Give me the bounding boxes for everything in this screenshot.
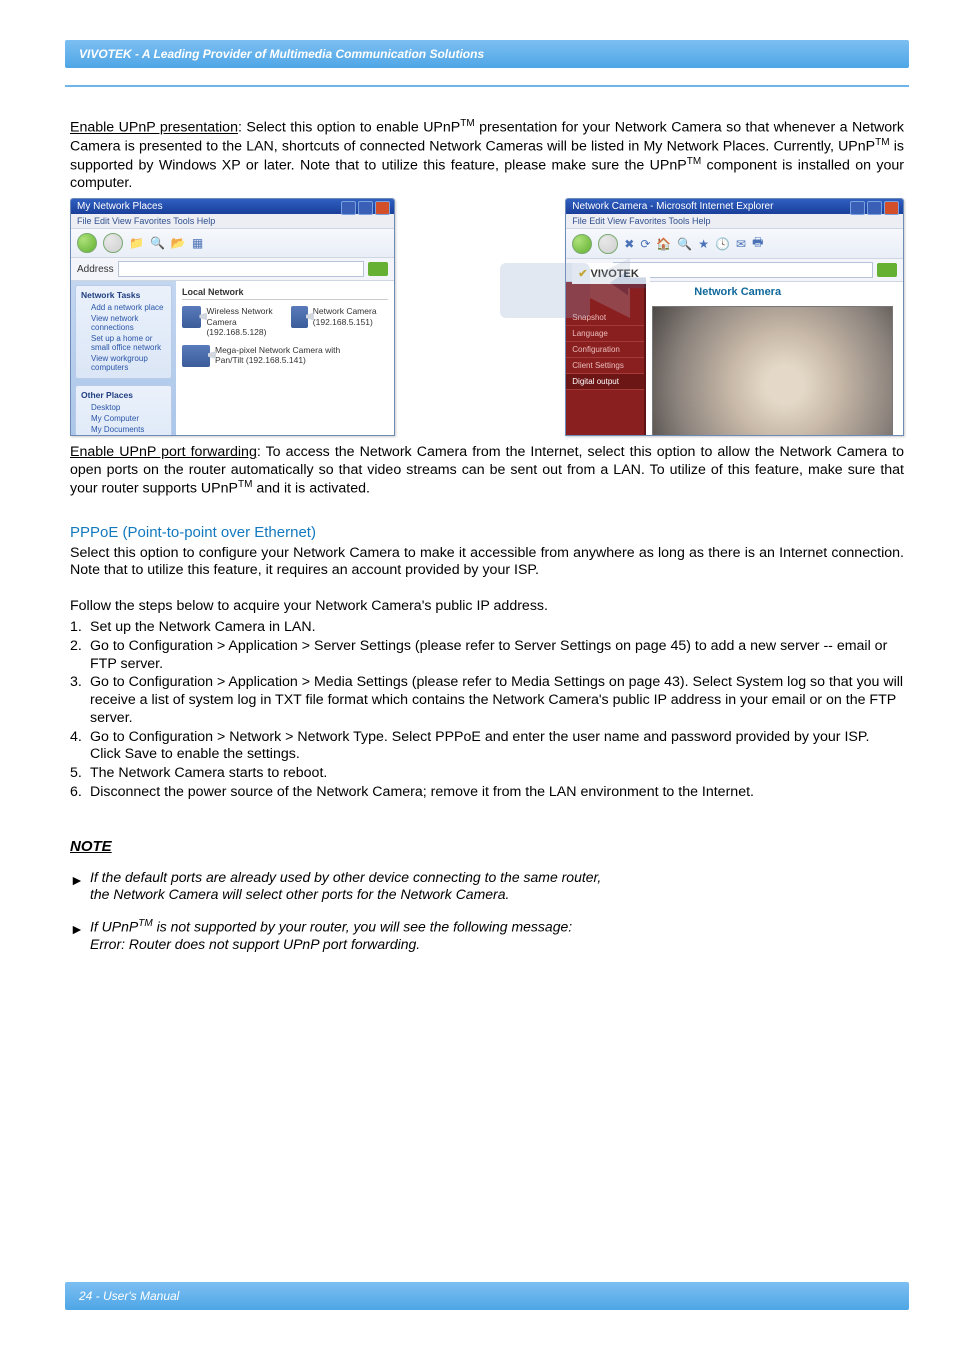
- task-icon: [81, 334, 88, 341]
- minimize-button[interactable]: [850, 201, 865, 215]
- place-link[interactable]: My Documents: [91, 425, 166, 434]
- panel-title: Other Places: [81, 390, 166, 400]
- mail-icon[interactable]: ✉: [736, 237, 746, 251]
- screenshot-row: My Network Places File Edit View Favorit…: [70, 198, 904, 436]
- maximize-button[interactable]: [358, 201, 373, 215]
- footer-bar: 24 - User's Manual: [65, 1282, 909, 1310]
- window-buttons: [850, 201, 899, 215]
- sidebar-item[interactable]: Client Settings: [566, 358, 644, 374]
- search-icon[interactable]: 🔍: [150, 236, 165, 250]
- lead-upnp-presentation: Enable UPnP presentation: [70, 120, 238, 136]
- print-icon[interactable]: 🖶: [752, 233, 763, 254]
- toolbar: 📁 🔍 📂 ▦: [71, 229, 394, 258]
- video-frame: [653, 307, 892, 436]
- header-rule: [65, 85, 909, 87]
- camera-icon: [182, 345, 210, 367]
- para-upnp-presentation: Enable UPnP presentation: Select this op…: [70, 118, 904, 192]
- menu-bar[interactable]: File Edit View Favorites Tools Help: [71, 214, 394, 229]
- task-link[interactable]: Add a network place: [91, 303, 166, 312]
- step-item: 1.Set up the Network Camera in LAN.: [70, 619, 904, 637]
- address-label: Address: [77, 264, 114, 275]
- go-button[interactable]: [368, 262, 388, 276]
- content: Enable UPnP presentation: Select this op…: [70, 118, 904, 967]
- camera-row: Mega-pixel Network Camera withPan/Tilt (…: [182, 345, 388, 367]
- task-link[interactable]: View network connections: [91, 314, 166, 332]
- minimize-button[interactable]: [341, 201, 356, 215]
- sidebar-item[interactable]: Digital output: [566, 374, 644, 390]
- sidebar-item[interactable]: Configuration: [566, 342, 644, 358]
- main-area: Network Camera: [646, 282, 903, 436]
- camera-icon: [291, 306, 308, 328]
- history-icon[interactable]: 🕓: [715, 237, 730, 251]
- step-item: 4.Go to Configuration > Network > Networ…: [70, 729, 904, 765]
- search-icon[interactable]: 🔍: [677, 237, 692, 251]
- footer-text: 24 - User's Manual: [79, 1289, 179, 1303]
- task-icon: [81, 314, 88, 321]
- page-title: Network Camera: [694, 286, 781, 298]
- panel-network-tasks: Network Tasks Add a network place View n…: [75, 285, 172, 379]
- address-bar: Address: [71, 258, 394, 281]
- views-icon[interactable]: ▦: [192, 236, 203, 250]
- panel-other-places: Other Places Desktop My Computer My Docu…: [75, 385, 172, 436]
- maximize-button[interactable]: [867, 201, 882, 215]
- para-upnp-port-forwarding: Enable UPnP port forwarding: To access t…: [70, 444, 904, 498]
- camera-item[interactable]: Mega-pixel Network Camera withPan/Tilt (…: [182, 345, 340, 367]
- folders-icon[interactable]: 📂: [171, 236, 186, 250]
- titlebar[interactable]: My Network Places: [71, 199, 394, 214]
- para-follow-steps: Follow the steps below to acquire your N…: [70, 598, 904, 615]
- window-title: My Network Places: [77, 201, 163, 212]
- back-icon[interactable]: [77, 233, 97, 253]
- camera-label: Wireless Network Camera(192.168.5.128): [206, 306, 275, 337]
- heading-note: NOTE: [70, 838, 904, 855]
- page: VIVOTEK - A Leading Provider of Multimed…: [0, 0, 954, 1350]
- window-my-network-places: My Network Places File Edit View Favorit…: [70, 198, 395, 436]
- forward-icon[interactable]: [103, 233, 123, 253]
- panel-title: Network Tasks: [81, 290, 166, 300]
- para-pppoe: Select this option to configure your Net…: [70, 545, 904, 580]
- camera-item[interactable]: Network Camera (192.168.5.151): [291, 306, 388, 337]
- step-item: 3.Go to Configuration > Application > Me…: [70, 674, 904, 727]
- window-body: Network Tasks Add a network place View n…: [71, 281, 394, 436]
- camera-label: Network Camera (192.168.5.151): [313, 306, 388, 337]
- ordered-steps: 1.Set up the Network Camera in LAN. 2.Go…: [70, 619, 904, 802]
- sidebar: Network Tasks Add a network place View n…: [71, 281, 176, 436]
- step-item: 6.Disconnect the power source of the Net…: [70, 784, 904, 802]
- close-button[interactable]: [884, 201, 899, 215]
- window-buttons: [341, 201, 390, 215]
- favorites-icon[interactable]: ★: [698, 237, 709, 251]
- task-icon: [81, 354, 88, 361]
- step-item: 5.The Network Camera starts to reboot.: [70, 765, 904, 783]
- lead-upnp-port-forwarding: Enable UPnP port forwarding: [70, 444, 257, 460]
- arrow-icon: ►: [70, 872, 84, 890]
- go-button[interactable]: [877, 263, 897, 277]
- main-area: Local Network Wireless Network Camera(19…: [176, 281, 394, 436]
- video-viewer[interactable]: [652, 306, 893, 436]
- titlebar[interactable]: Network Camera - Microsoft Internet Expl…: [566, 199, 903, 214]
- up-icon[interactable]: 📁: [129, 236, 144, 250]
- camera-item[interactable]: Wireless Network Camera(192.168.5.128): [182, 306, 275, 337]
- task-icon: [81, 303, 88, 310]
- place-link[interactable]: Desktop: [91, 403, 166, 412]
- close-button[interactable]: [375, 201, 390, 215]
- address-dropdown[interactable]: [613, 262, 873, 278]
- address-dropdown[interactable]: [118, 261, 365, 277]
- window-title: Network Camera - Microsoft Internet Expl…: [572, 201, 773, 212]
- header-title: VIVOTEK - A Leading Provider of Multimed…: [79, 47, 484, 61]
- camera-label: Mega-pixel Network Camera withPan/Tilt (…: [215, 345, 340, 367]
- step-item: 2.Go to Configuration > Application > Se…: [70, 638, 904, 674]
- camera-icon: [182, 306, 201, 328]
- note-item: ► If the default ports are already used …: [70, 869, 904, 904]
- place-link[interactable]: My Computer: [91, 414, 166, 423]
- camera-row: Wireless Network Camera(192.168.5.128) N…: [182, 306, 388, 337]
- home-icon[interactable]: 🏠: [656, 237, 671, 251]
- menu-bar[interactable]: File Edit View Favorites Tools Help: [566, 214, 903, 229]
- arrow-camera-icon: [490, 238, 650, 338]
- heading-pppoe: PPPoE (Point-to-point over Ethernet): [70, 524, 904, 541]
- group-title: Local Network: [182, 287, 388, 300]
- note-item: ► If UPnPTM is not supported by your rou…: [70, 918, 904, 954]
- task-link[interactable]: View workgroup computers: [91, 354, 166, 372]
- header-bar: VIVOTEK - A Leading Provider of Multimed…: [65, 40, 909, 68]
- task-link[interactable]: Set up a home or small office network: [91, 334, 166, 352]
- arrow-icon: ►: [70, 921, 84, 939]
